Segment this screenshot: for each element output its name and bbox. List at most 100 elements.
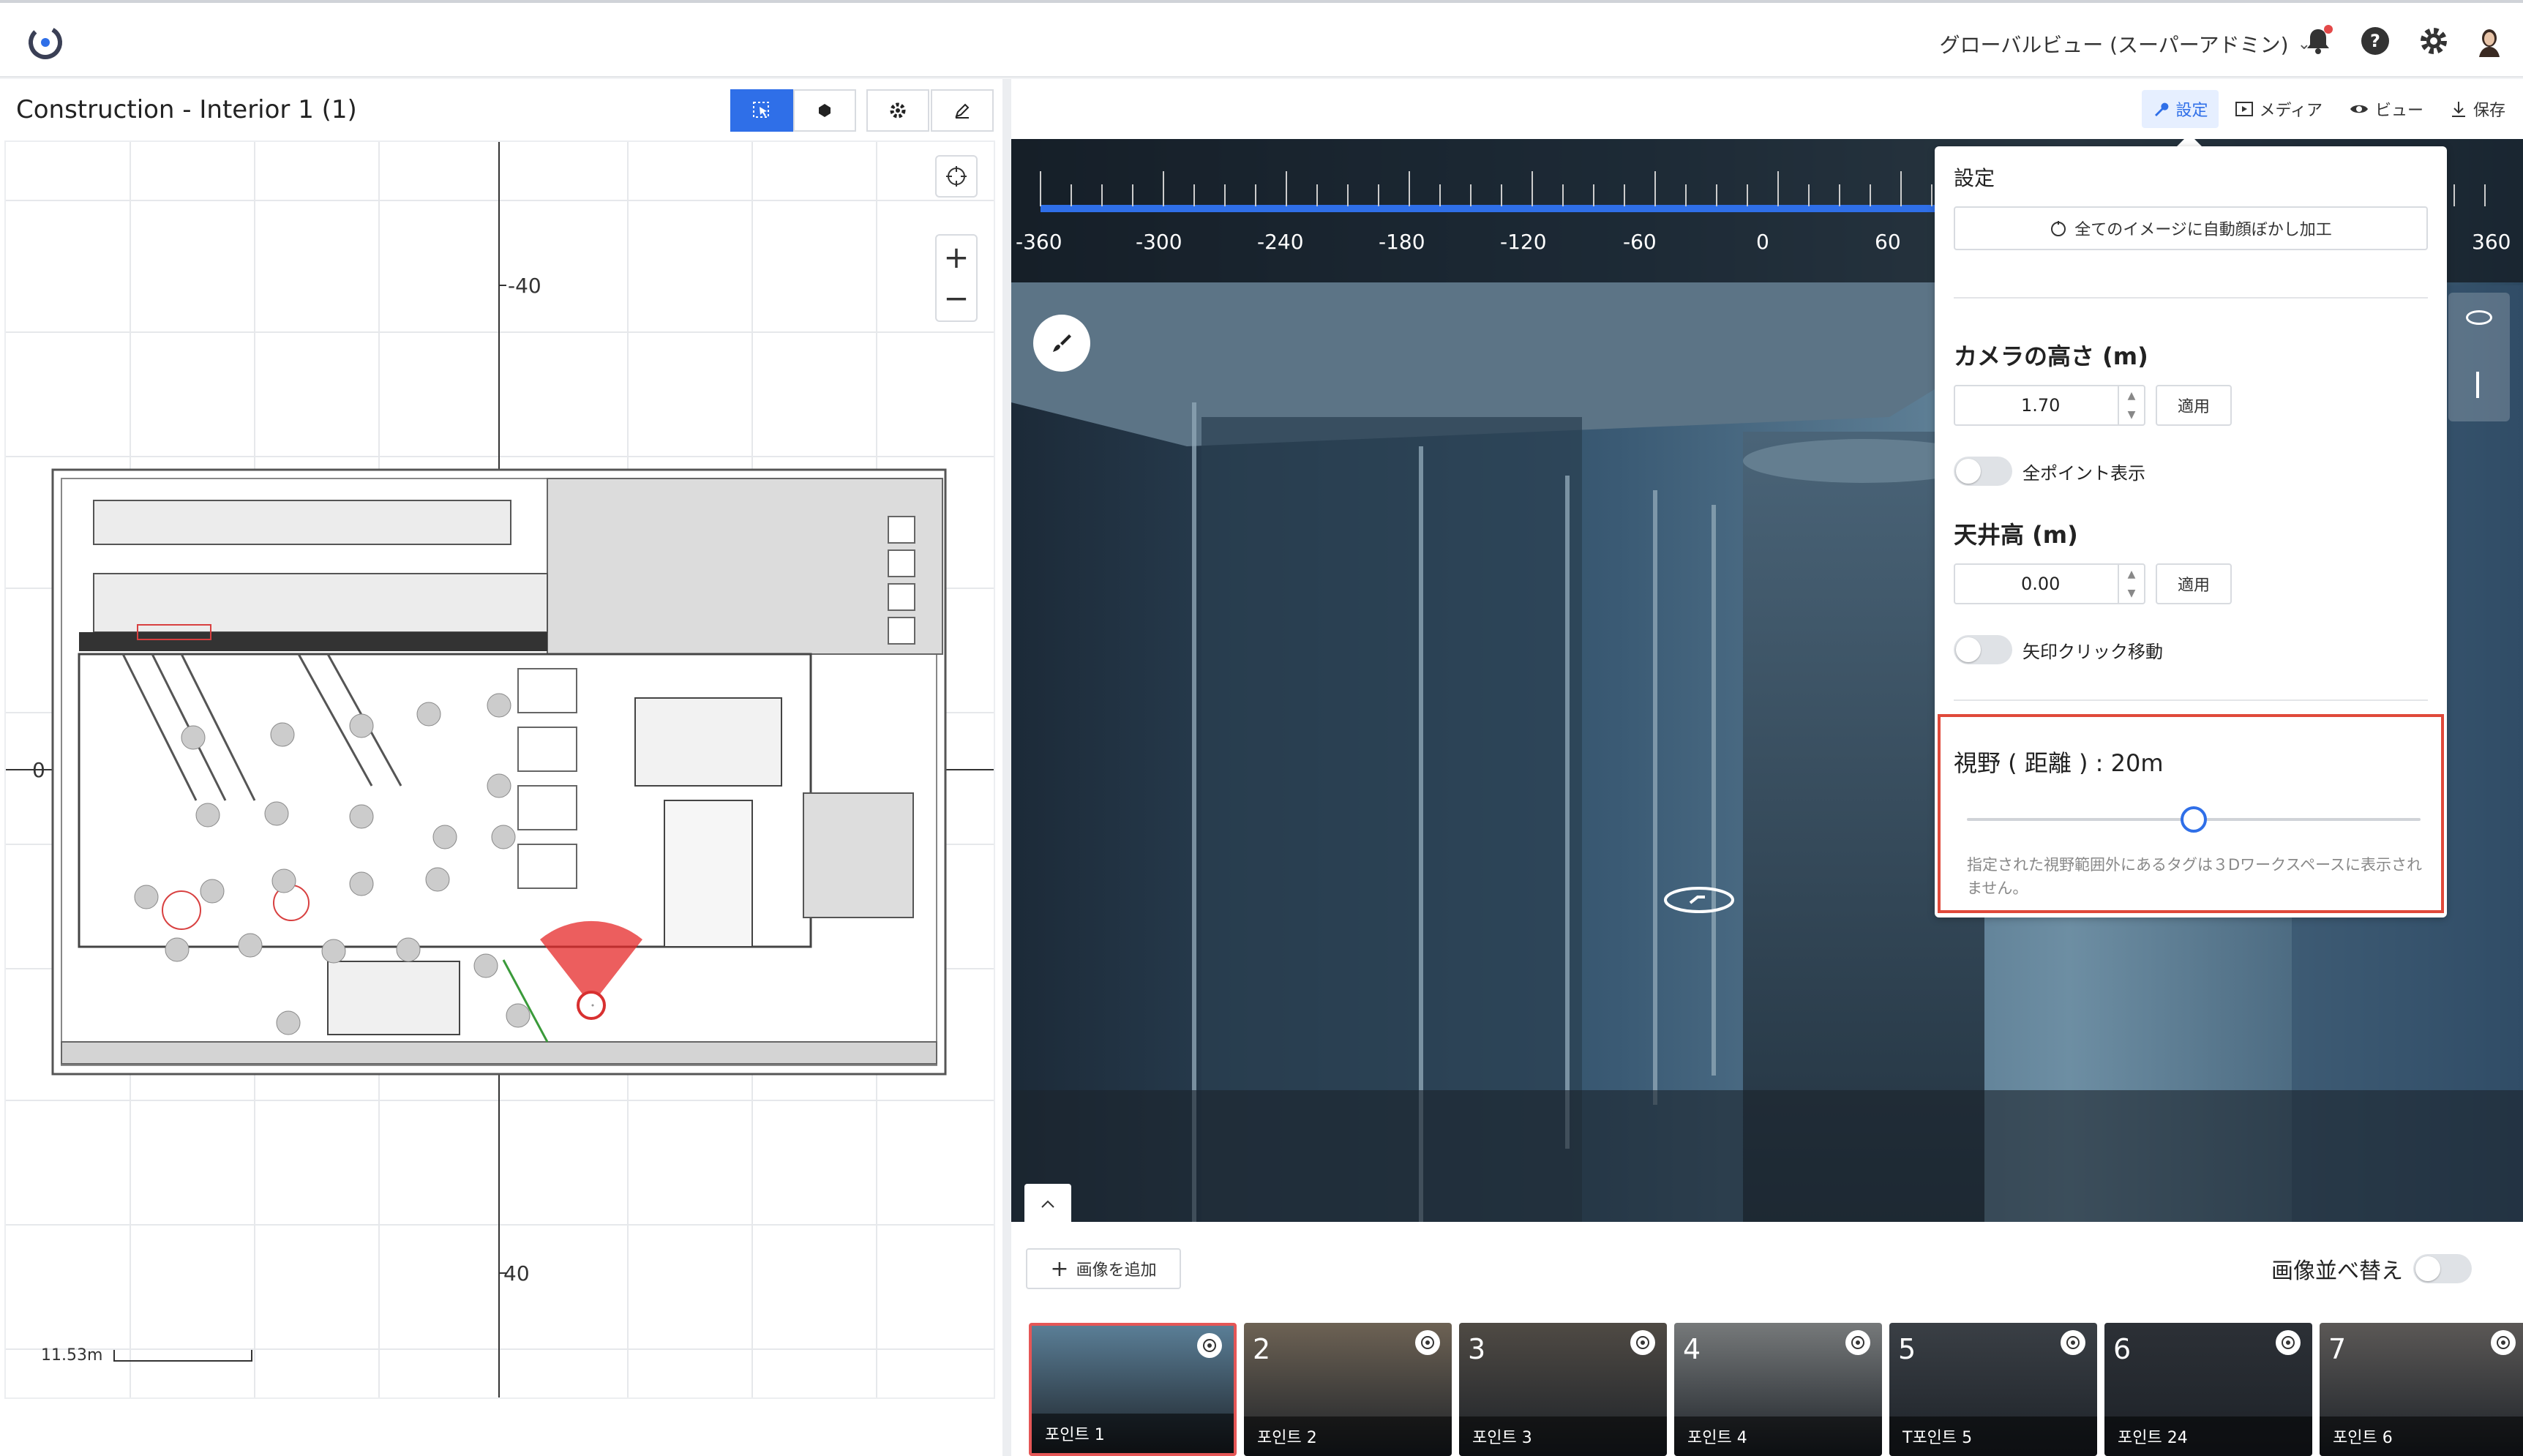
thumbnail-number: 5: [1898, 1333, 1916, 1365]
thumbnail-item[interactable]: 포인트 1: [1029, 1323, 1237, 1456]
camera-height-label: カメラの高さ (m): [1954, 342, 2148, 370]
panorama-360-icon[interactable]: [1197, 1333, 1222, 1358]
hexagon-icon: [819, 104, 831, 117]
viewer-toolbar: 設定 メディア ビュー 保存: [2142, 79, 2523, 139]
panorama-360-icon[interactable]: [1630, 1330, 1655, 1355]
fov-slider-thumb[interactable]: [2181, 806, 2207, 833]
global-view-dropdown[interactable]: グローバルビュー (スーパーアドミン) ⌄: [1939, 29, 2311, 59]
floorplan-tools: [730, 89, 856, 132]
thumbnail-item[interactable]: 6 포인트 24: [2104, 1323, 2312, 1456]
thumbnail-label: 포인트 1: [1032, 1414, 1234, 1453]
thumbnail-item[interactable]: 2 포인트 2: [1244, 1323, 1452, 1456]
ruler-label: -360: [1016, 230, 1062, 254]
floorplan-settings-button[interactable]: [866, 89, 929, 132]
settings-tab-label: 設定: [2175, 102, 2208, 120]
zoom-out-button[interactable]: −: [943, 278, 969, 319]
zoom-in-button[interactable]: +: [943, 237, 969, 278]
auto-face-blur-button[interactable]: 全てのイメージに自動顔ぼかし加工: [1954, 206, 2428, 250]
camera-height-stepper[interactable]: ▲ ▼: [2118, 386, 2144, 424]
thumbnail-number: 3: [1468, 1333, 1486, 1365]
view-tab[interactable]: ビュー: [2339, 90, 2434, 128]
apply-label: 適用: [2177, 577, 2210, 595]
thumbnail-item[interactable]: 5 T포인트 5: [1889, 1323, 2097, 1456]
divider: [1954, 297, 2428, 299]
thumbnail-label: 포인트 24: [2104, 1416, 2312, 1456]
ruler-label: -180: [1379, 230, 1425, 254]
zoom-controls: + −: [935, 234, 978, 322]
rotate-view-icon[interactable]: [2466, 310, 2492, 325]
divider: [1954, 699, 2428, 701]
camera-height-input[interactable]: 1.70 ▲ ▼: [1954, 385, 2145, 426]
edit-button[interactable]: [931, 89, 994, 132]
panorama-360-icon[interactable]: [1415, 1330, 1440, 1355]
ceiling-height-value: 0.00: [2021, 574, 2061, 594]
thumbnail-item[interactable]: 7 포인트 6: [2320, 1323, 2523, 1456]
show-all-points-toggle[interactable]: [1954, 457, 2012, 486]
show-all-points-row: 全ポイント表示: [1954, 457, 2145, 486]
floorplan-panel: Construction - Interior 1 (1) -40 40 0 +…: [0, 79, 1008, 1456]
plus-icon: +: [1050, 1256, 1069, 1282]
svg-text:?: ?: [2370, 31, 2380, 51]
ceiling-height-apply-button[interactable]: 適用: [2156, 563, 2232, 604]
settings-tab[interactable]: 設定: [2142, 90, 2219, 128]
panel-splitter[interactable]: [1002, 79, 1011, 1456]
thumbnail-item[interactable]: 3 포인트 3: [1459, 1323, 1667, 1456]
wrench-icon: [2155, 102, 2169, 116]
floorplan-canvas[interactable]: -40 40 0 + − 11.53m: [4, 140, 995, 1399]
media-tab[interactable]: メディア: [2224, 90, 2333, 128]
panorama-360-icon[interactable]: [2276, 1330, 2301, 1355]
download-icon: [2451, 102, 2465, 117]
gear-icon[interactable]: [2418, 25, 2450, 57]
ceiling-height-stepper[interactable]: ▲ ▼: [2118, 565, 2144, 603]
arrow-click-move-label: 矢印クリック移動: [2022, 641, 2163, 662]
ruler-label: -120: [1500, 230, 1547, 254]
camera-height-value: 1.70: [2021, 395, 2061, 416]
save-label: 保存: [2473, 102, 2505, 120]
notification-dot: [2324, 25, 2333, 34]
thumbnail-label: 포인트 4: [1674, 1416, 1882, 1456]
cursor-select-icon: [753, 102, 769, 118]
thumbnail-item[interactable]: 4 포인트 4: [1674, 1323, 1882, 1456]
eye-icon: [2350, 105, 2368, 113]
floorplan-title: Construction - Interior 1 (1): [16, 95, 357, 124]
viewer-side-controls: [2448, 293, 2510, 421]
axis-label-bottom: 40: [503, 1261, 530, 1286]
arrow-click-move-row: 矢印クリック移動: [1954, 635, 2163, 664]
vertical-move-icon[interactable]: [2476, 372, 2479, 398]
chevron-up-icon: [1041, 1200, 1054, 1208]
notification-bell-icon[interactable]: [2302, 25, 2334, 57]
gear-icon: [890, 102, 906, 119]
thumbnail-label: 포인트 2: [1244, 1416, 1452, 1456]
locate-button[interactable]: [935, 155, 978, 198]
arrow-click-move-toggle[interactable]: [1954, 635, 2012, 664]
panorama-360-icon[interactable]: [2061, 1330, 2085, 1355]
ceiling-height-input[interactable]: 0.00 ▲ ▼: [1954, 563, 2145, 604]
fov-note: 指定された視野範囲外にあるタグは３Dワークスペースに表示されません。: [1967, 856, 2423, 897]
thumbnail-label: T포인트 5: [1889, 1416, 2097, 1456]
image-strip: + 画像を追加 画像並べ替え 포인트 1 2 포인트 2 3 포인트 3 4 포인트 4 5 T…: [1011, 1222, 2523, 1456]
sort-images-toggle[interactable]: [2413, 1254, 2472, 1283]
camera-height-apply-button[interactable]: 適用: [2156, 385, 2232, 426]
axis-label-top: -40: [508, 274, 541, 298]
pencil-icon: [955, 103, 970, 119]
panorama-360-icon[interactable]: [1845, 1330, 1870, 1355]
expand-strip-button[interactable]: [1024, 1184, 1071, 1222]
auto-face-blur-label: 全てのイメージに自動顔ぼかし加工: [2074, 221, 2332, 239]
top-bar: グローバルビュー (スーパーアドミン) ⌄ ?: [0, 0, 2523, 78]
point-tool-button[interactable]: [793, 89, 856, 132]
crosshair-icon: [946, 166, 967, 187]
add-image-button[interactable]: + 画像を追加: [1026, 1248, 1181, 1289]
user-avatar[interactable]: [2473, 25, 2505, 57]
face-blur-icon: [2051, 221, 2066, 236]
select-tool-button[interactable]: [730, 89, 793, 132]
brush-tool-button[interactable]: [1033, 315, 1090, 372]
panorama-360-icon[interactable]: [2491, 1330, 2516, 1355]
app-logo-icon[interactable]: [25, 22, 66, 63]
settings-title: 設定: [1954, 166, 1995, 190]
ruler-label: -60: [1623, 230, 1657, 254]
global-view-label: グローバルビュー (スーパーアドミン): [1939, 33, 2289, 57]
fov-label: 視野 ( 距離 ) : 20m: [1954, 749, 2164, 777]
help-icon[interactable]: ?: [2359, 25, 2391, 57]
save-button[interactable]: 保存: [2440, 90, 2516, 128]
ceiling-height-label: 天井高 (m): [1954, 521, 2078, 549]
